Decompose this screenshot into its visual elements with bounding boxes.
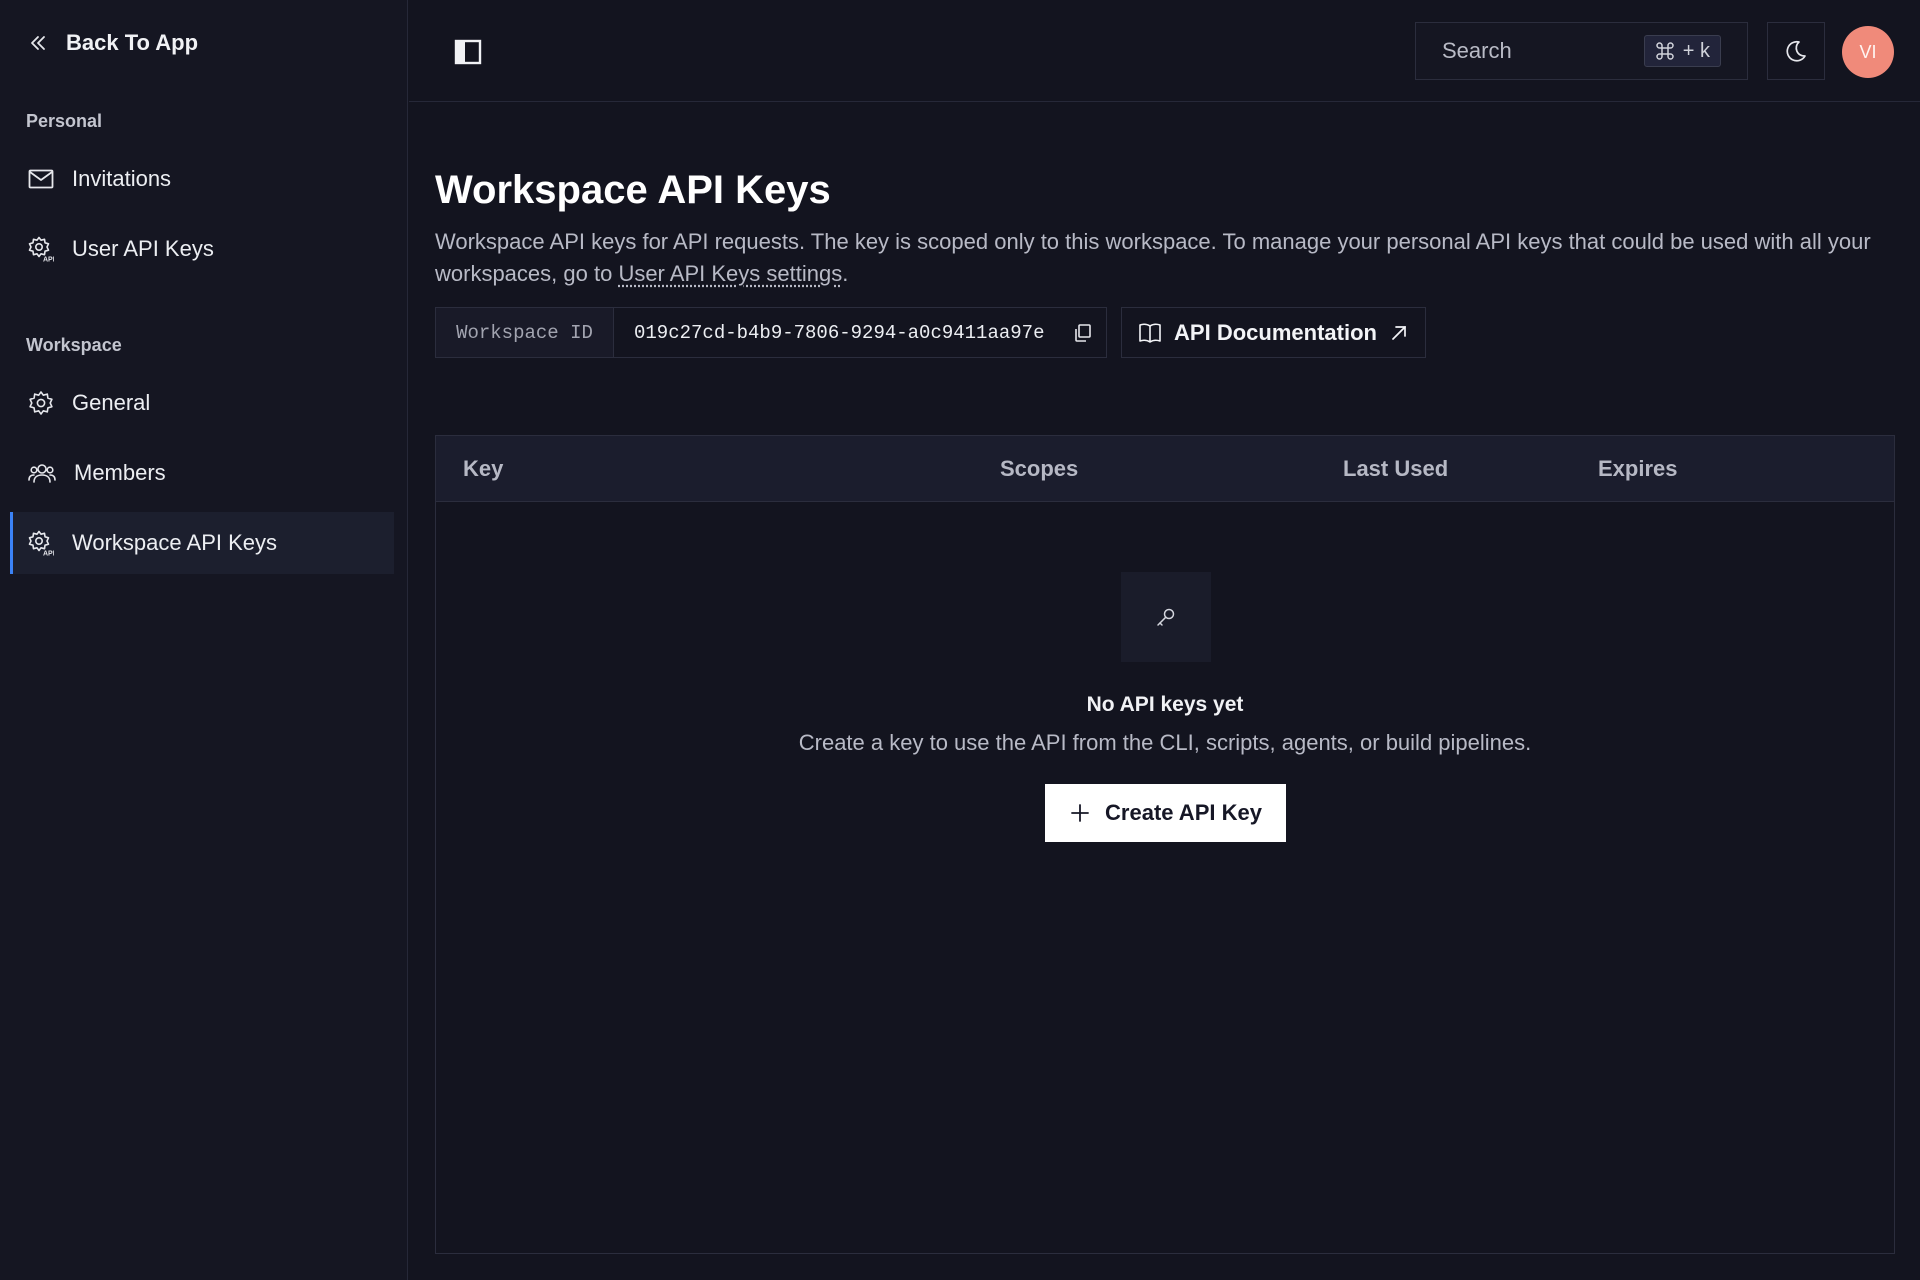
column-header-last-used[interactable]: Last Used <box>1343 456 1448 482</box>
api-documentation-button[interactable]: API Documentation <box>1121 307 1426 358</box>
workspace-id-field: Workspace ID 019c27cd-b4b9-7806-9294-a0c… <box>435 307 1107 358</box>
empty-state-subtitle: Create a key to use the API from the CLI… <box>798 730 1532 755</box>
topbar: Search + k VI <box>409 0 1920 102</box>
external-link-arrow-icon <box>1392 325 1406 340</box>
chevrons-left-icon <box>31 36 45 50</box>
column-header-scopes[interactable]: Scopes <box>1000 456 1078 482</box>
panel-left-icon <box>454 39 482 65</box>
sidebar-item-label: General <box>72 390 151 415</box>
column-header-expires[interactable]: Expires <box>1598 456 1678 482</box>
create-api-key-button[interactable]: Create API Key <box>1045 784 1286 842</box>
user-avatar[interactable]: VI <box>1842 26 1894 78</box>
workspace-id-label: Workspace ID <box>436 308 614 357</box>
copy-icon <box>1075 323 1091 342</box>
sidebar-item-user-api-keys[interactable]: API User API Keys <box>10 218 394 280</box>
shortcut-text: + k <box>1682 39 1710 62</box>
gear-icon <box>29 391 53 415</box>
sidebar-item-general[interactable]: General <box>10 372 394 434</box>
mail-icon <box>28 169 54 189</box>
sidebar-item-workspace-api-keys[interactable]: API Workspace API Keys <box>10 512 394 574</box>
sidebar-item-members[interactable]: Members <box>10 442 394 504</box>
svg-text:API: API <box>43 551 54 557</box>
sidebar-item-label: User API Keys <box>72 236 214 261</box>
column-header-key[interactable]: Key <box>463 456 503 482</box>
description-suffix: . <box>842 261 849 286</box>
sidebar-item-label: Members <box>74 460 166 485</box>
key-icon <box>1157 608 1175 626</box>
users-icon <box>28 464 56 483</box>
back-to-app-link[interactable]: Back To App <box>28 22 198 64</box>
search-input[interactable]: Search + k <box>1415 22 1748 80</box>
empty-state-title: No API keys yet <box>1086 693 1244 716</box>
plus-icon <box>1071 804 1089 822</box>
api-gear-icon: API <box>28 236 54 262</box>
workspace-id-value[interactable]: 019c27cd-b4b9-7806-9294-a0c9411aa97e <box>614 308 1060 357</box>
search-placeholder: Search <box>1442 38 1512 63</box>
api-documentation-label: API Documentation <box>1174 319 1377 345</box>
sidebar: Back To App Personal Invitations API Use… <box>0 0 408 1280</box>
page-description: Workspace API keys for API requests. The… <box>435 226 1875 290</box>
search-shortcut-badge: + k <box>1643 35 1721 67</box>
sidebar-item-invitations[interactable]: Invitations <box>10 148 394 210</box>
api-keys-table: Key Scopes Last Used Expires No API keys… <box>435 435 1895 1254</box>
app-root: Back To App Personal Invitations API Use… <box>0 0 1920 1280</box>
command-key-icon <box>1656 42 1674 60</box>
create-api-key-label: Create API Key <box>1105 800 1262 825</box>
sidebar-item-label: Invitations <box>72 166 172 191</box>
moon-icon <box>1786 40 1806 62</box>
back-to-app-label: Back To App <box>66 30 199 55</box>
user-api-keys-settings-link[interactable]: User API Keys settings <box>618 261 842 286</box>
sidebar-toggle-button[interactable] <box>452 36 484 68</box>
section-label-personal: Personal <box>26 111 103 131</box>
book-open-icon <box>1139 323 1161 343</box>
table-header: Key Scopes Last Used Expires <box>436 436 1894 502</box>
page-title: Workspace API Keys <box>435 168 831 212</box>
empty-state-icon-box <box>1121 572 1211 662</box>
copy-workspace-id-button[interactable] <box>1060 308 1106 357</box>
theme-toggle-button[interactable] <box>1767 22 1825 80</box>
section-label-workspace: Workspace <box>26 335 122 355</box>
sidebar-item-label: Workspace API Keys <box>72 530 278 555</box>
api-gear-icon: API <box>28 530 54 556</box>
svg-text:API: API <box>43 257 54 263</box>
